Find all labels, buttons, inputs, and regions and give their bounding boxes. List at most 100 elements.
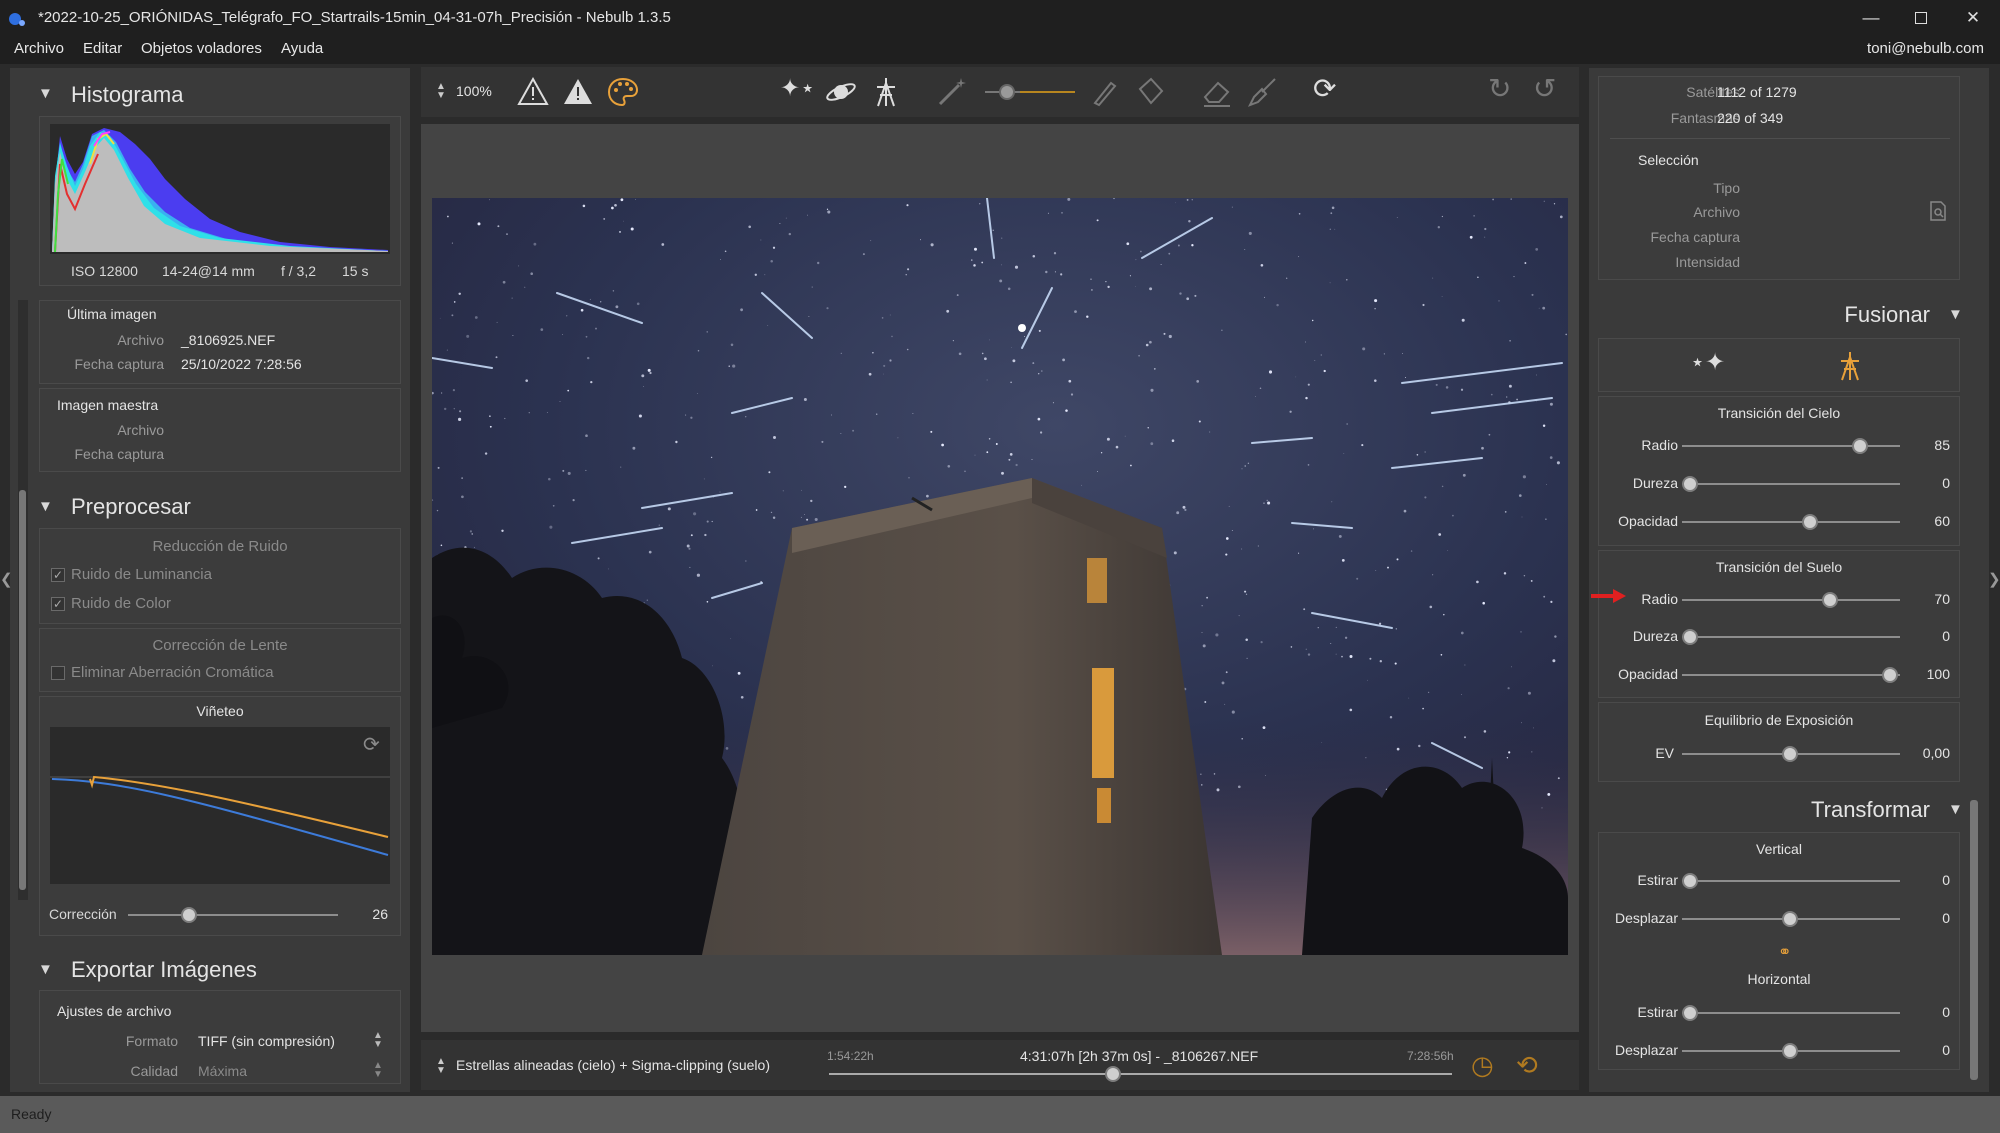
quality-updown-icon[interactable]: ▲ ▼ [373, 1061, 383, 1080]
histogram-aperture: f / 3,2 [281, 263, 317, 279]
ev-slider-knob[interactable] [1782, 746, 1798, 762]
vignette-refresh-icon[interactable]: ⟳ [363, 732, 380, 757]
ground-opacidad-slider-label: Opacidad [1618, 666, 1678, 682]
sky-opacidad-slider-value: 60 [1934, 513, 1950, 529]
export-title[interactable]: Exportar Imágenes [71, 957, 257, 983]
palette-icon[interactable] [606, 75, 640, 109]
close-button[interactable]: ✕ [1944, 0, 2000, 36]
collapse-left-icon[interactable]: ❮ [0, 570, 13, 588]
planet-icon[interactable] [824, 75, 858, 109]
zoom-level[interactable]: 100% [456, 83, 492, 99]
user-email[interactable]: toni@nebulb.com [1867, 40, 1984, 57]
chromatic-label: Eliminar Aberración Cromática [71, 664, 274, 681]
fusion-title[interactable]: Fusionar [1600, 302, 1930, 328]
ground-dureza-slider-track[interactable] [1682, 636, 1900, 638]
sky-opacidad-slider-knob[interactable] [1802, 514, 1818, 530]
startrails-photo[interactable] [432, 198, 1568, 955]
sky-dureza-slider-value: 0 [1942, 475, 1950, 491]
timeline-knob[interactable] [1105, 1066, 1121, 1082]
ground-radio-slider-value: 70 [1934, 591, 1950, 607]
horizontal-estirar-slider-track[interactable] [1682, 1012, 1900, 1014]
ghosts-value: 220 of 349 [1717, 110, 1784, 126]
luminance-checkbox[interactable]: ✓ [51, 568, 65, 582]
transform-title[interactable]: Transformar [1600, 797, 1930, 823]
timeline-current: 4:31:07h [2h 37m 0s] - _8106267.NEF [1020, 1048, 1259, 1064]
menu-archivo[interactable]: Archivo [14, 40, 64, 57]
stack-mode-select[interactable]: Estrellas alineadas (cielo) + Sigma-clip… [456, 1057, 770, 1073]
maximize-button[interactable] [1892, 0, 1950, 36]
ground-radio-slider-track[interactable] [1682, 599, 1900, 601]
last-image-file-label: Archivo [117, 332, 164, 348]
app-window: *2022-10-25_ORIÓNIDAS_Telégrafo_FO_Start… [0, 0, 2000, 1133]
sky-radio-slider-label: Radio [1641, 437, 1678, 453]
correction-track[interactable] [128, 914, 338, 916]
master-image-title: Imagen maestra [57, 397, 159, 413]
vertical-desplazar-slider-value: 0 [1942, 910, 1950, 926]
sky-transition-title: Transición del Cielo [1717, 405, 1841, 421]
sky-radio-slider-knob[interactable] [1852, 438, 1868, 454]
vertical-desplazar-slider-knob[interactable] [1782, 911, 1798, 927]
left-scrollbar-thumb[interactable] [19, 490, 26, 890]
refresh-icon[interactable]: ⟳ [1313, 72, 1336, 105]
selection-date-label: Fecha captura [1650, 229, 1741, 245]
horizontal-desplazar-slider-knob[interactable] [1782, 1043, 1798, 1059]
ground-opacidad-slider-knob[interactable] [1882, 667, 1898, 683]
menu-ayuda[interactable]: Ayuda [281, 40, 323, 57]
app-logo-icon [9, 13, 25, 26]
luminance-label: Ruido de Luminancia [71, 566, 212, 583]
tower-icon[interactable] [869, 75, 903, 109]
ev-label: EV [1655, 745, 1674, 761]
collapse-right-icon[interactable]: ❯ [1988, 570, 2000, 588]
clock-icon[interactable]: ◷ [1471, 1050, 1494, 1081]
transform-collapse-icon[interactable]: ▼ [1948, 801, 1963, 818]
format-updown-icon[interactable]: ▲ ▼ [373, 1031, 383, 1050]
maximize-icon [1915, 12, 1927, 24]
ground-radio-slider-label: Radio [1641, 591, 1678, 607]
sky-dureza-slider-knob[interactable] [1682, 476, 1698, 492]
ground-radio-slider-knob[interactable] [1822, 592, 1838, 608]
histogram-collapse-icon[interactable]: ▼ [38, 85, 53, 102]
timeline-track[interactable] [829, 1073, 1452, 1075]
sky-mode-stars-icon[interactable]: ⋆✦ [1690, 348, 1725, 377]
search-file-icon[interactable] [1928, 200, 1948, 222]
ground-dureza-slider-value: 0 [1942, 628, 1950, 644]
menu-objetos-voladores[interactable]: Objetos voladores [141, 40, 262, 57]
quality-select[interactable]: Máxima [198, 1063, 247, 1079]
horizontal-title: Horizontal [1747, 971, 1811, 987]
fusion-collapse-icon[interactable]: ▼ [1948, 306, 1963, 323]
zoom-updown-icon[interactable]: ▲ ▼ [436, 82, 446, 101]
format-select[interactable]: TIFF (sin compresión) [198, 1033, 335, 1049]
mode-updown-icon[interactable]: ▲ ▼ [436, 1057, 446, 1076]
menu-editar[interactable]: Editar [83, 40, 122, 57]
last-image-title: Última imagen [67, 306, 157, 322]
detection-info-box [1598, 76, 1960, 280]
magic-wand-icon [938, 78, 966, 106]
horizontal-estirar-slider-label: Estirar [1637, 1004, 1678, 1020]
warning-outline-icon[interactable] [516, 75, 550, 109]
ground-dureza-slider-knob[interactable] [1682, 629, 1698, 645]
broom-icon [1247, 78, 1276, 107]
horizontal-estirar-slider-knob[interactable] [1682, 1005, 1698, 1021]
vertical-estirar-slider-track[interactable] [1682, 880, 1900, 882]
chromatic-checkbox[interactable] [51, 666, 65, 680]
sky-dureza-slider-track[interactable] [1682, 483, 1900, 485]
quality-label: Calidad [130, 1063, 178, 1079]
stars-tool-icon[interactable]: ✦⋆ [780, 74, 815, 103]
history-icon[interactable]: ⟲ [1516, 1050, 1538, 1081]
sky-opacidad-slider-track[interactable] [1682, 521, 1900, 523]
noise-reduction-title: Reducción de Ruido [152, 538, 288, 555]
right-scrollbar-thumb[interactable] [1970, 800, 1978, 1080]
color-noise-checkbox[interactable]: ✓ [51, 597, 65, 611]
link-icon[interactable]: ⚭ [1778, 942, 1791, 962]
export-collapse-icon[interactable]: ▼ [38, 961, 53, 978]
preprocess-title[interactable]: Preprocesar [71, 494, 191, 520]
ground-opacidad-slider-track[interactable] [1682, 674, 1900, 676]
vertical-estirar-slider-knob[interactable] [1682, 873, 1698, 889]
warning-filled-icon[interactable] [561, 75, 595, 109]
last-image-file-value: _8106925.NEF [181, 332, 276, 348]
histogram-title[interactable]: Histograma [71, 82, 183, 108]
format-label: Formato [125, 1033, 178, 1049]
ground-mode-tower-icon[interactable] [1835, 350, 1865, 382]
ev-value: 0,00 [1922, 745, 1950, 761]
preprocess-collapse-icon[interactable]: ▼ [38, 498, 53, 515]
